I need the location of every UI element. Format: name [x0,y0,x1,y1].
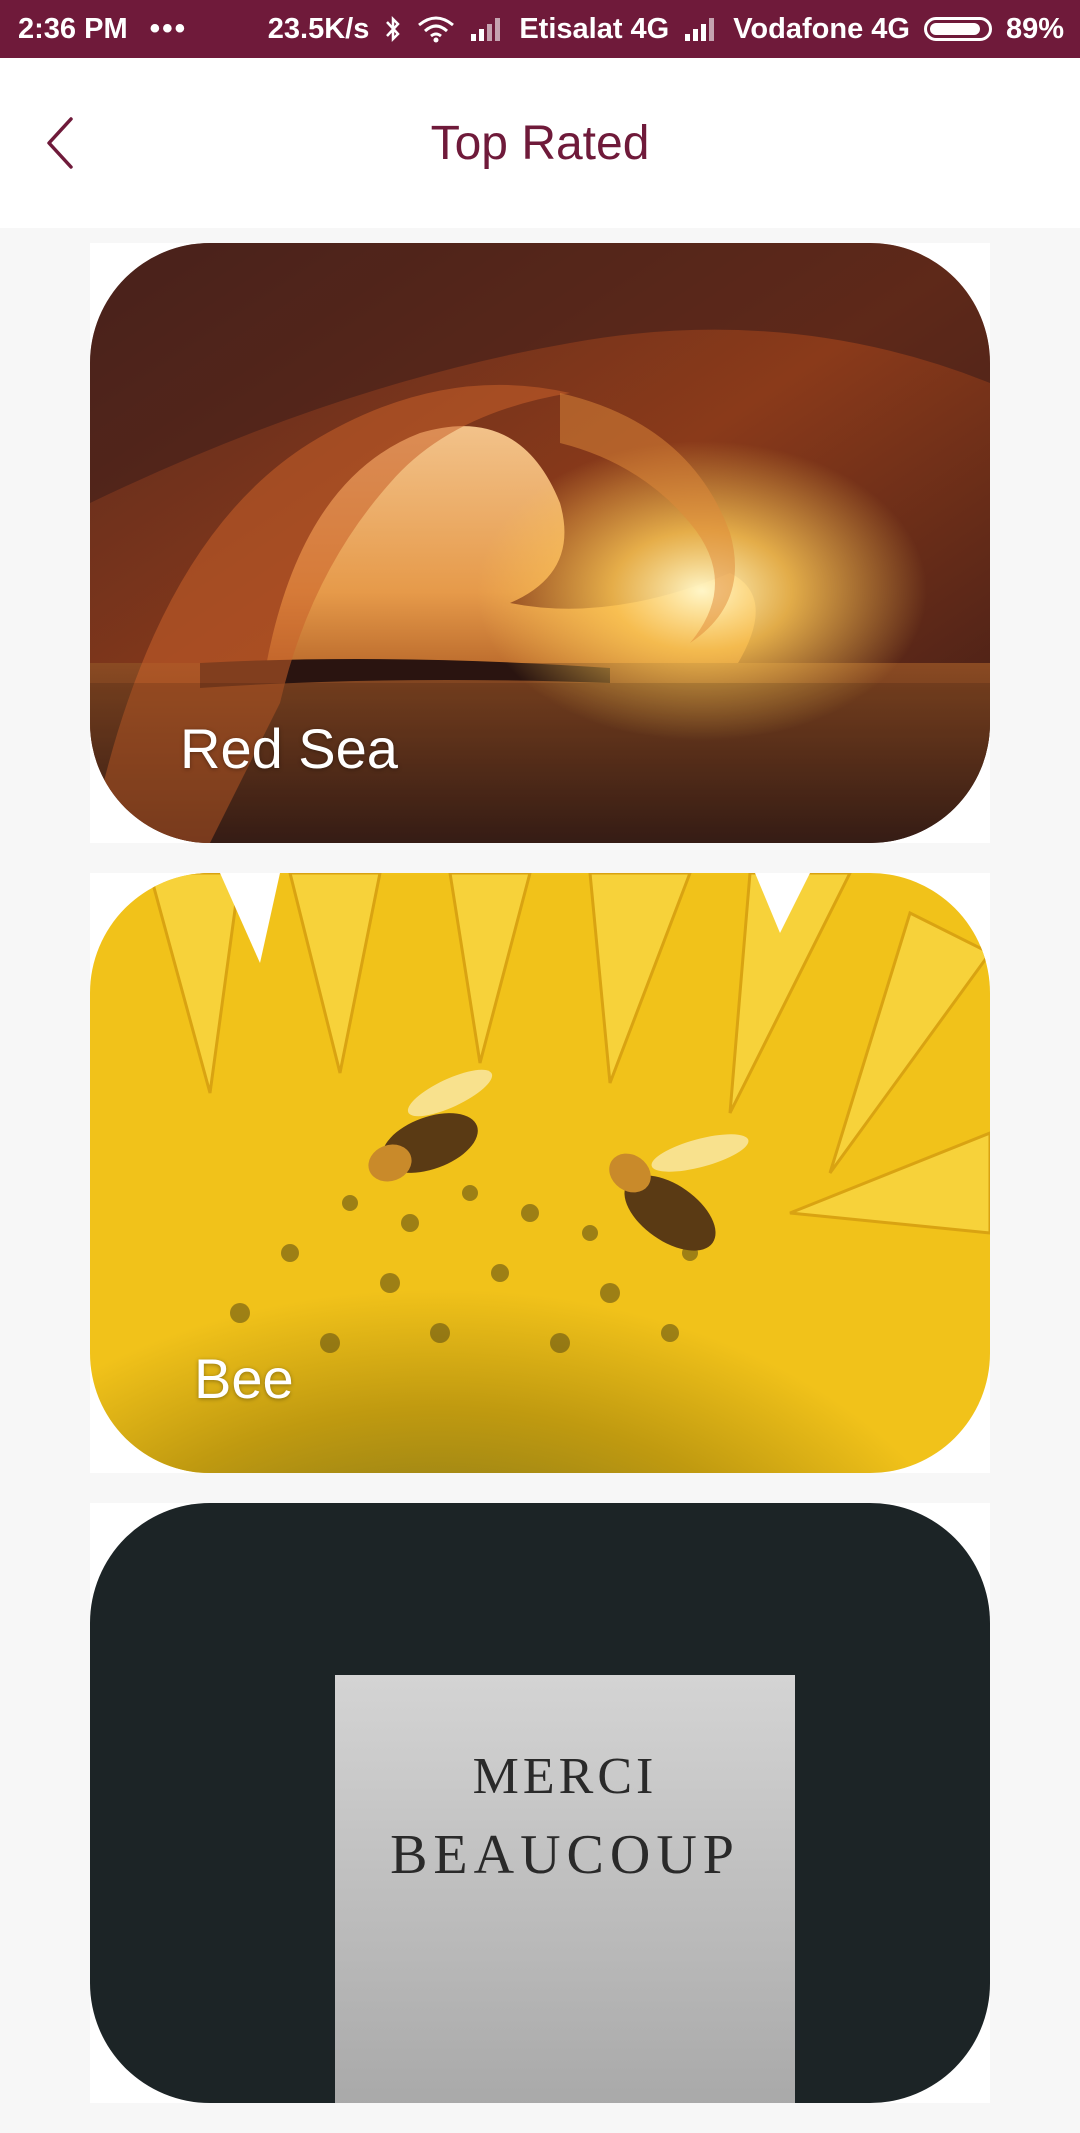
carrier-vodafone: Vodafone 4G [733,12,910,45]
status-more-dots: ••• [149,12,188,45]
signal-icon [683,16,719,42]
carrier-etisalat: Etisalat 4G [519,12,670,45]
status-bar: 2:36 PM ••• 23.5K/s Etisalat 4G Vodafone… [0,0,1080,58]
signal-icon [469,16,505,42]
wifi-icon [417,15,455,43]
network-speed: 23.5K/s [267,12,370,45]
top-rated-list: Red Sea Bee MERCI BEAUCOUP [90,243,990,2133]
merci-text: MERCI [473,1748,658,1805]
merci-beaucoup-card-image: MERCI BEAUCOUP [90,1503,990,2103]
app-bar: Top Rated [0,58,1080,228]
beaucoup-text: BEAUCOUP [390,1824,740,1886]
page-title: Top Rated [430,117,650,170]
card-title: Red Sea [180,717,398,780]
status-time: 2:36 PM [18,12,128,45]
battery-level [929,23,980,35]
card-title: Bee [194,1347,294,1410]
bluetooth-icon [383,14,403,44]
battery-icon [923,17,992,41]
card-merci-beaucoup[interactable]: MERCI BEAUCOUP [90,1503,990,2103]
battery-percent: 89% [1005,12,1064,45]
card-red-sea[interactable]: Red Sea [90,243,990,843]
card-bee[interactable]: Bee [90,873,990,1473]
